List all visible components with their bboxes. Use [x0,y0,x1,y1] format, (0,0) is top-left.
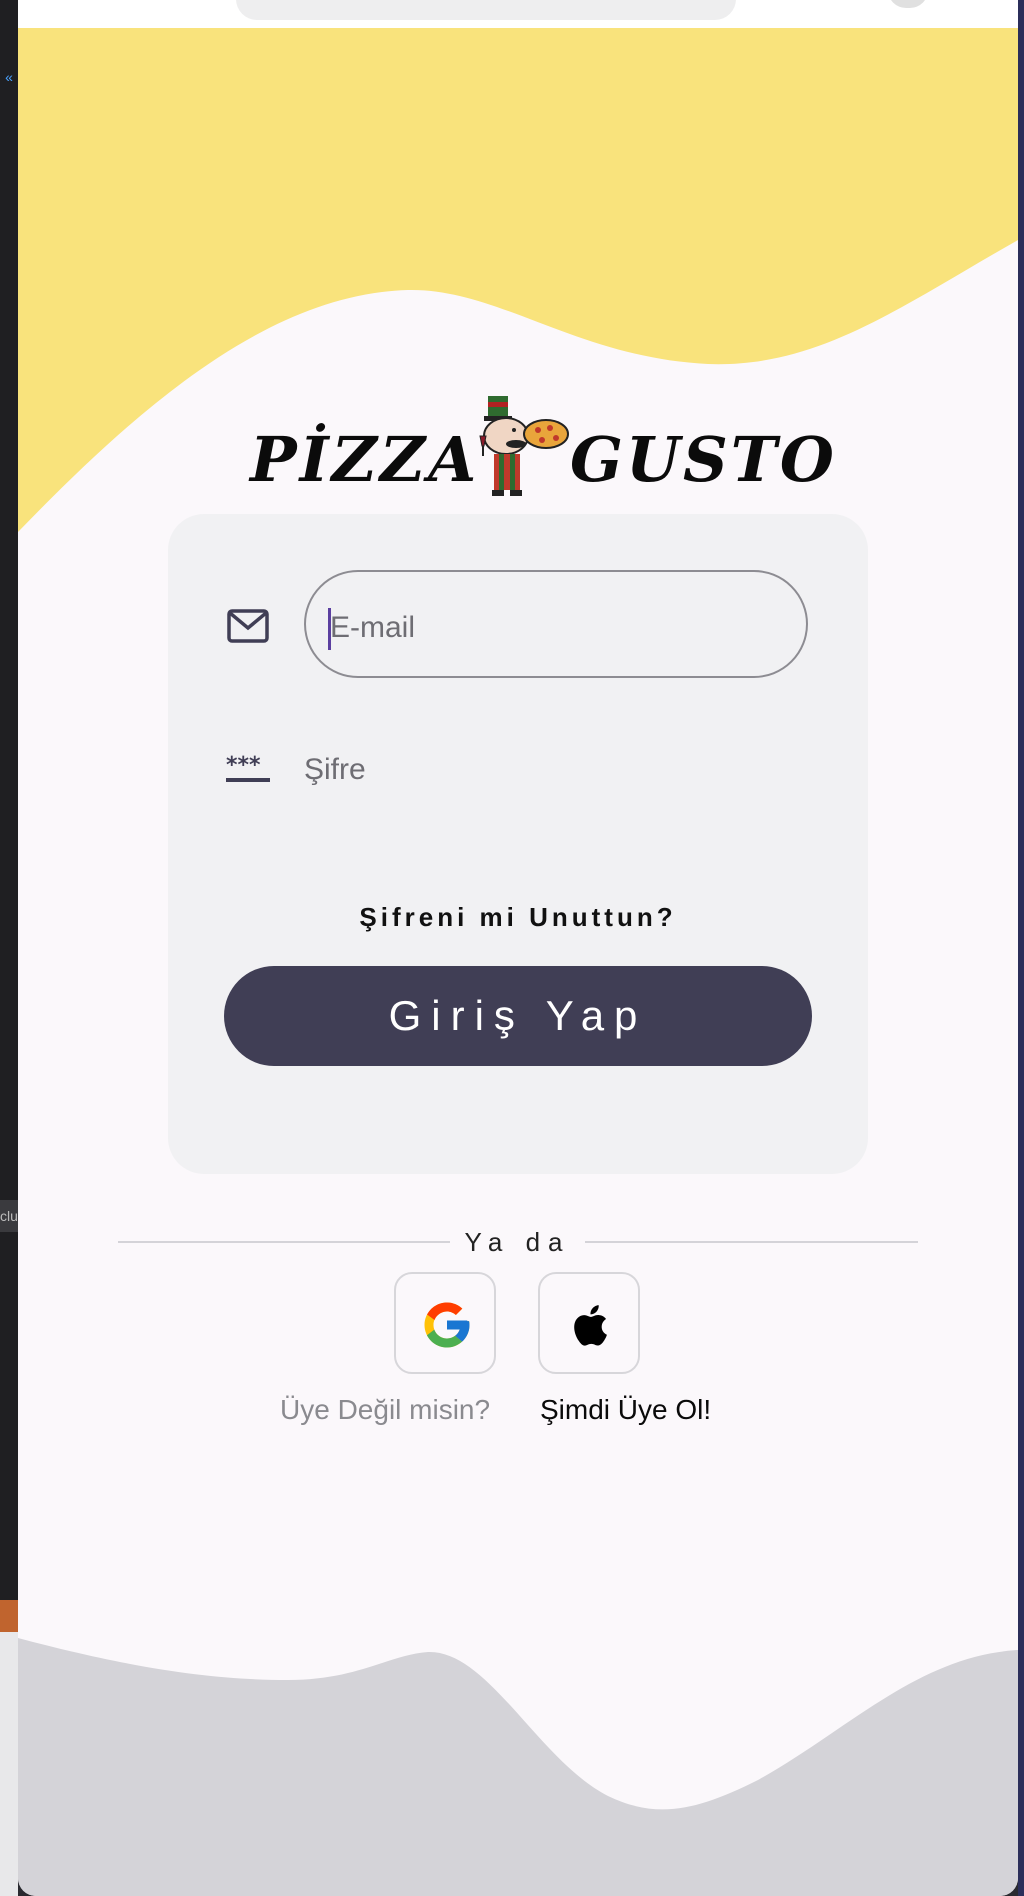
email-field[interactable]: E-mail [304,570,808,678]
apple-icon [574,1305,607,1346]
browser-toolbar [18,0,1018,29]
bottom-wave-decoration [18,1638,1018,1896]
address-bar[interactable] [236,0,736,20]
brand-name-right: GUSTO [570,423,837,496]
apple-signin-button[interactable] [538,1272,640,1374]
email-placeholder: E-mail [330,611,416,644]
google-icon [424,1302,470,1348]
divider-label: Ya da [464,1227,571,1257]
profile-button[interactable] [888,0,928,8]
google-signin-button[interactable] [394,1272,496,1374]
desktop-background-strip [1018,0,1024,1896]
forgot-password-link[interactable]: Şifreni mi Unuttun? [168,900,868,934]
password-placeholder: Şifre [304,753,366,786]
signup-link[interactable]: Şimdi Üye Ol! [540,1392,711,1428]
signup-prompt: Üye Değil misin? [280,1394,491,1425]
signup-row: Üye Değil misin? Şimdi Üye Ol! [18,1392,1018,1432]
editor-side-badge [0,1600,18,1632]
editor-side-panel [0,1632,18,1896]
editor-side-label: clu [0,1200,18,1232]
password-icon: *** [226,754,270,782]
login-button[interactable]: Giriş Yap [224,966,812,1066]
password-field[interactable]: Şifre [304,742,808,802]
brand-name-left: PİZZA [250,423,480,496]
mail-icon [227,609,269,643]
chef-mascot-icon [479,396,569,496]
brand-logo: PİZZA GUSTO [250,394,834,504]
login-card: E-mail *** Şifre Şifreni mi Unuttun? Gir… [168,514,868,1174]
collapse-icon[interactable]: « [0,68,18,86]
divider-line-left [118,1241,450,1243]
divider-line-right [585,1241,918,1243]
svg-text:***: *** [226,754,261,778]
phone-screen: PİZZA GUSTO E-mail *** Şifre Şifreni mi … [18,0,1018,1896]
editor-side-strip: « clu [0,0,18,1896]
